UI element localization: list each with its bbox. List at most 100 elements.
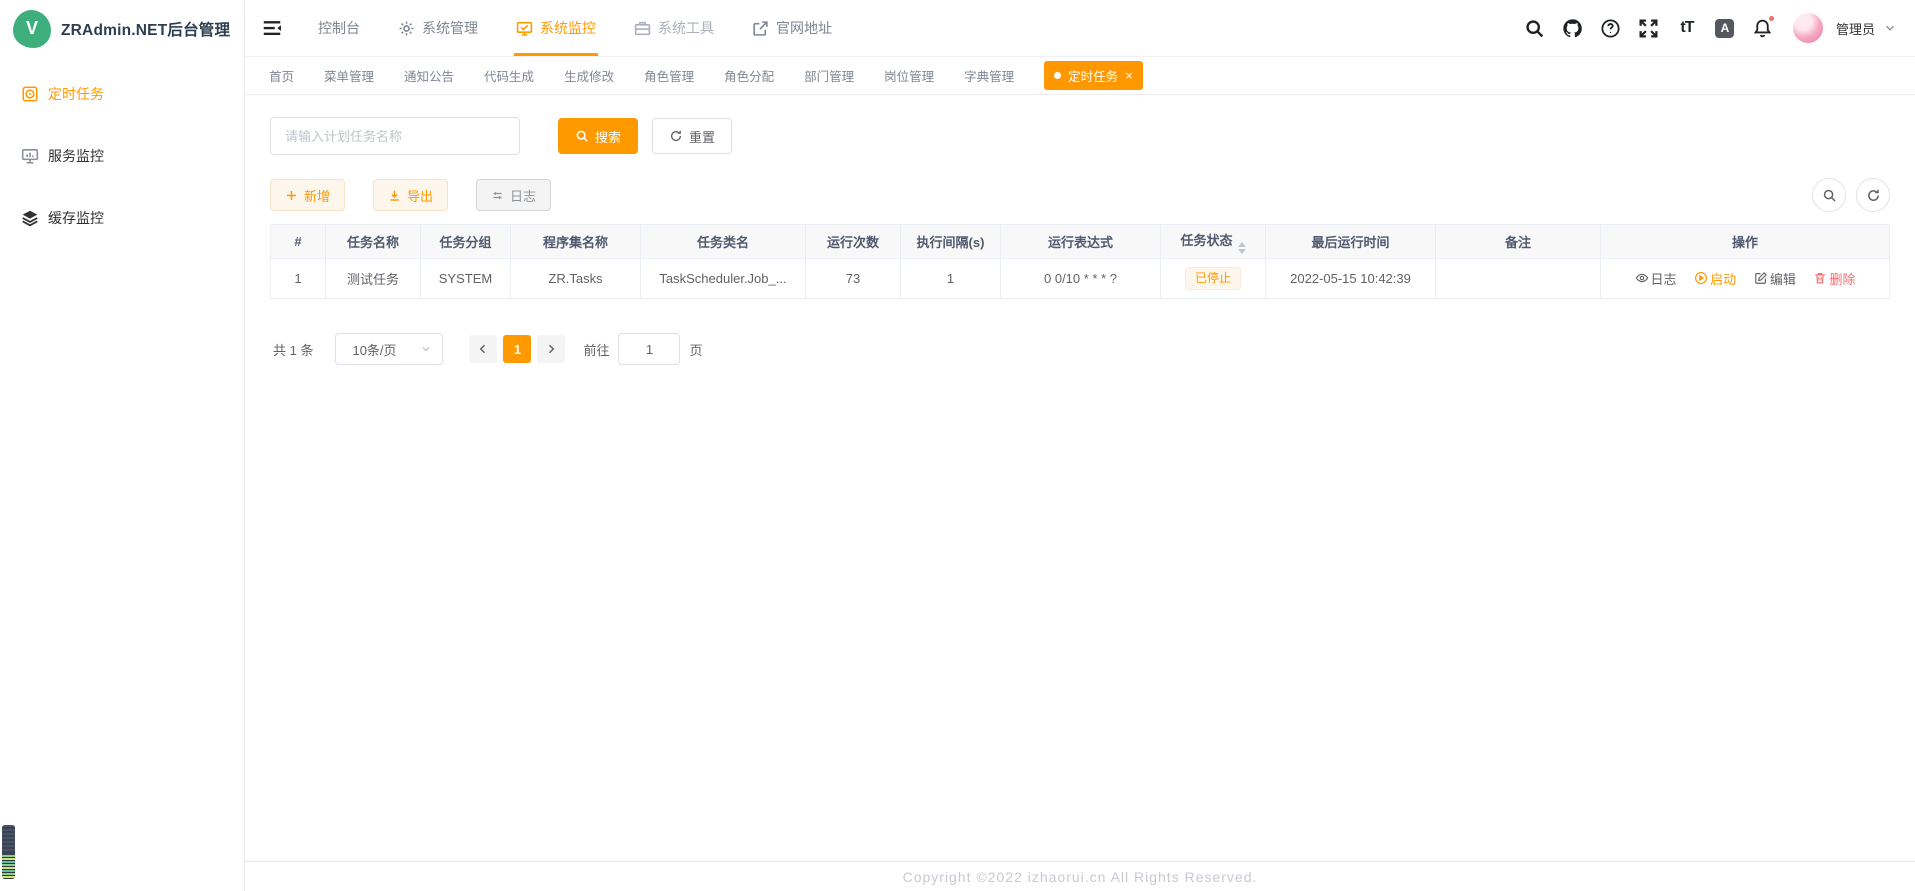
page-1-button[interactable]: 1 — [503, 335, 531, 363]
cell-assembly: ZR.Tasks — [511, 259, 641, 299]
col-index: # — [271, 225, 326, 259]
search-icon[interactable] — [1519, 12, 1551, 44]
sidebar: V ZRAdmin.NET后台管理 定时任务 服务监控 — [0, 0, 245, 891]
tab-gen-modify[interactable]: 生成修改 — [564, 66, 614, 85]
tab-role-mgmt[interactable]: 角色管理 — [644, 66, 694, 85]
sort-caret-icon[interactable] — [1238, 242, 1246, 254]
log-lines-icon — [491, 189, 504, 202]
app-root: V ZRAdmin.NET后台管理 定时任务 服务监控 — [0, 0, 1915, 891]
tab-label: 定时任务 — [1068, 66, 1118, 85]
chevron-right-icon — [545, 343, 557, 355]
app-logo: V — [13, 10, 51, 48]
nav-item-website[interactable]: 官网地址 — [733, 0, 851, 56]
col-last-run: 最后运行时间 — [1266, 225, 1436, 259]
search-icon — [575, 129, 589, 143]
help-icon[interactable] — [1595, 12, 1627, 44]
search-button[interactable]: 搜索 — [558, 118, 638, 154]
table-row: 1 测试任务 SYSTEM ZR.Tasks TaskScheduler.Job… — [271, 259, 1890, 299]
tab-notice[interactable]: 通知公告 — [404, 66, 454, 85]
notification-dot — [1768, 15, 1775, 22]
tab-home[interactable]: 首页 — [269, 66, 294, 85]
nav-label: 系统监控 — [540, 18, 596, 38]
export-button[interactable]: 导出 — [373, 179, 448, 211]
nav-item-system-tools[interactable]: 系统工具 — [615, 0, 733, 56]
pagination: 共 1 条 10条/页 1 前往 页 — [270, 333, 1890, 365]
search-row: 搜索 重置 — [270, 117, 1890, 155]
font-size-icon[interactable]: tT — [1671, 12, 1703, 44]
github-icon[interactable] — [1557, 12, 1589, 44]
chevron-down-icon[interactable] — [1883, 21, 1897, 35]
timer-icon — [21, 85, 39, 103]
refresh-table-icon[interactable] — [1856, 178, 1890, 212]
reset-button[interactable]: 重置 — [652, 118, 732, 154]
external-link-icon — [752, 20, 769, 37]
nav-item-console[interactable]: 控制台 — [299, 0, 379, 56]
bell-icon[interactable] — [1747, 12, 1779, 44]
row-log-button[interactable]: 日志 — [1635, 269, 1677, 288]
col-status[interactable]: 任务状态 — [1161, 225, 1266, 259]
row-start-button[interactable]: 启动 — [1694, 269, 1736, 288]
topnav: 控制台 系统管理 系统监控 — [299, 0, 851, 56]
perf-monitor-widget[interactable] — [2, 825, 15, 879]
tab-menu-mgmt[interactable]: 菜单管理 — [324, 66, 374, 85]
page-size-select[interactable]: 10条/页 — [335, 333, 443, 365]
tab-role-assign[interactable]: 角色分配 — [724, 66, 774, 85]
log-button[interactable]: 日志 — [476, 179, 551, 211]
row-delete-button[interactable]: 删除 — [1813, 269, 1855, 288]
col-assembly: 程序集名称 — [511, 225, 641, 259]
row-edit-button[interactable]: 编辑 — [1754, 269, 1796, 288]
col-job-class: 任务类名 — [641, 225, 806, 259]
main-area: 控制台 系统管理 系统监控 — [245, 0, 1915, 891]
add-button[interactable]: 新增 — [270, 179, 345, 211]
nav-label: 系统工具 — [658, 18, 714, 38]
footer: Copyright ©2022 izhaorui.cn All Rights R… — [245, 861, 1915, 891]
next-page-button[interactable] — [537, 335, 565, 363]
sidebar-item-label: 服务监控 — [48, 146, 104, 166]
tab-close-icon[interactable]: × — [1125, 69, 1133, 82]
cell-run-count: 73 — [806, 259, 901, 299]
goto-label: 前往 — [583, 340, 609, 359]
collapse-menu-icon[interactable] — [261, 17, 283, 39]
toolbox-icon — [634, 20, 651, 37]
col-actions: 操作 — [1601, 225, 1890, 259]
col-task-name: 任务名称 — [326, 225, 421, 259]
avatar[interactable] — [1793, 13, 1823, 43]
tab-dept-mgmt[interactable]: 部门管理 — [804, 66, 854, 85]
select-arrow-icon — [420, 343, 432, 355]
app-title: ZRAdmin.NET后台管理 — [61, 18, 230, 40]
tab-post-mgmt[interactable]: 岗位管理 — [884, 66, 934, 85]
nav-item-system-monitor[interactable]: 系统监控 — [497, 0, 615, 56]
col-remark: 备注 — [1436, 225, 1601, 259]
goto-page-input[interactable] — [618, 333, 680, 365]
tab-code-gen[interactable]: 代码生成 — [484, 66, 534, 85]
task-table: # 任务名称 任务分组 程序集名称 任务类名 运行次数 执行间隔(s) 运行表达… — [270, 224, 1890, 299]
nav-label: 系统管理 — [422, 18, 478, 38]
chevron-left-icon — [477, 343, 489, 355]
page-unit-label: 页 — [689, 340, 702, 359]
cache-layers-icon — [21, 209, 39, 227]
prev-page-button[interactable] — [469, 335, 497, 363]
col-task-group: 任务分组 — [421, 225, 511, 259]
eye-icon — [1635, 271, 1649, 285]
table-tools — [1812, 178, 1890, 212]
toggle-search-icon[interactable] — [1812, 178, 1846, 212]
sidebar-item-service-monitor[interactable]: 服务监控 — [0, 125, 244, 187]
fullscreen-icon[interactable] — [1633, 12, 1665, 44]
user-name[interactable]: 管理员 — [1836, 19, 1875, 38]
col-cron: 运行表达式 — [1001, 225, 1161, 259]
play-icon — [1694, 271, 1708, 285]
cell-job-class: TaskScheduler.Job_... — [641, 259, 806, 299]
cell-remark — [1436, 259, 1601, 299]
table-header-row: # 任务名称 任务分组 程序集名称 任务类名 运行次数 执行间隔(s) 运行表达… — [271, 225, 1890, 259]
sidebar-item-cache-monitor[interactable]: 缓存监控 — [0, 187, 244, 249]
tab-scheduled-task[interactable]: 定时任务 × — [1044, 61, 1143, 90]
cell-index: 1 — [271, 259, 326, 299]
translate-icon[interactable]: A — [1709, 12, 1741, 44]
cell-interval: 1 — [901, 259, 1001, 299]
tab-dict-mgmt[interactable]: 字典管理 — [964, 66, 1014, 85]
sidebar-item-scheduled-task[interactable]: 定时任务 — [0, 63, 244, 125]
cell-last-run: 2022-05-15 10:42:39 — [1266, 259, 1436, 299]
content: 搜索 重置 新增 导出 日志 — [245, 95, 1915, 861]
task-name-input[interactable] — [270, 117, 520, 155]
nav-item-system-mgmt[interactable]: 系统管理 — [379, 0, 497, 56]
